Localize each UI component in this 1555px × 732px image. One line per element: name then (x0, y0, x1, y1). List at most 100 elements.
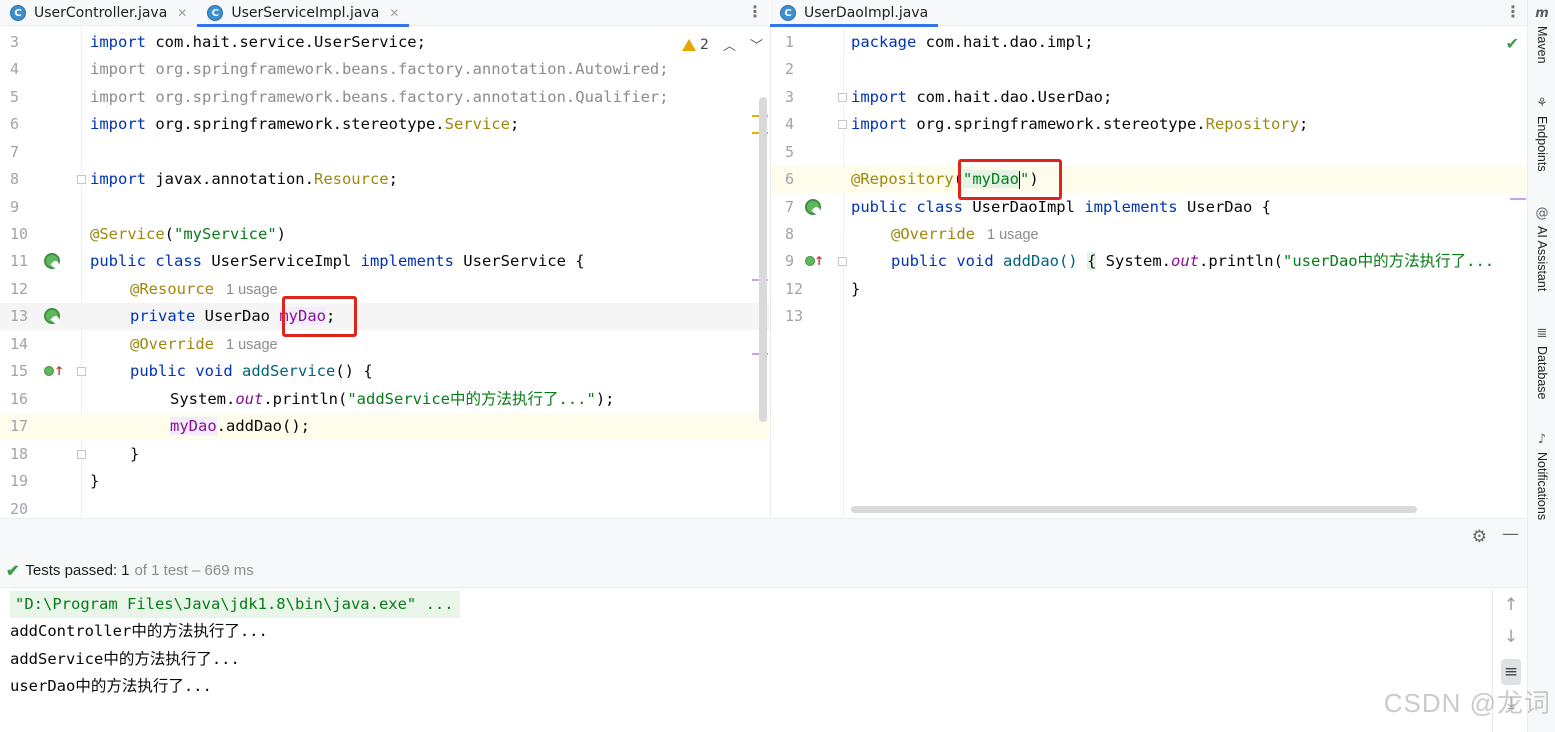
code-text: public void addService() { (130, 362, 373, 380)
right-code-editor[interactable]: ✔ 1 package com.hait.dao.impl; 2 3 impor… (770, 27, 1527, 517)
console-line: userDao中的方法执行了... (10, 677, 212, 695)
horizontal-scrollbar[interactable] (851, 506, 1417, 513)
close-icon[interactable]: ✕ (177, 6, 187, 20)
code-text: } (130, 445, 140, 463)
java-class-icon: C (207, 5, 224, 21)
code-text: myDao.addDao(); (170, 417, 310, 435)
line-number: 2 (785, 60, 795, 78)
code-line: 19 } (0, 468, 769, 495)
spring-bean-icon[interactable] (805, 199, 821, 215)
spring-bean-icon[interactable] (44, 308, 60, 324)
spring-bean-icon[interactable] (44, 253, 60, 269)
override-arrow-icon[interactable]: ↑ (54, 358, 64, 385)
code-line: 16 System.out.println("addService中的方法执行了… (0, 386, 769, 413)
test-passed-count: 1 (121, 562, 130, 579)
test-status-label: Tests passed: (25, 562, 118, 579)
override-arrow-icon[interactable]: ↑ (814, 248, 824, 275)
scroll-down-icon[interactable]: ↓ (1501, 627, 1521, 647)
maven-tool-button[interactable]: m Maven (1532, 6, 1552, 64)
line-number: 13 (785, 307, 804, 325)
line-number: 8 (10, 170, 20, 188)
scroll-up-icon[interactable]: ↑ (1501, 595, 1521, 615)
code-line: 4 import org.springframework.stereotype.… (771, 111, 1527, 138)
code-text: package com.hait.dao.impl; (851, 33, 1094, 51)
line-number: 4 (785, 115, 795, 133)
tab-userserviceimpl[interactable]: C UserServiceImpl.java ✕ (197, 0, 410, 27)
line-number: 10 (10, 225, 29, 243)
line-number: 15 (10, 362, 29, 380)
notifications-tool-button[interactable]: ♪ Notifications (1532, 432, 1552, 520)
code-line: 4 import org.springframework.beans.facto… (0, 56, 769, 83)
code-line: 9 ↑ public void addDao() { System.out.pr… (771, 248, 1527, 275)
watermark: CSDN @龙词 (1383, 688, 1551, 718)
fold-icon[interactable] (77, 450, 86, 459)
line-number: 3 (785, 88, 795, 106)
tab-usercontroller[interactable]: C UserController.java ✕ (0, 0, 197, 26)
code-text: import org.springframework.beans.factory… (90, 60, 669, 78)
line-number: 6 (10, 115, 20, 133)
code-text: } (851, 280, 861, 298)
java-class-icon: C (780, 5, 796, 21)
code-text: System.out.println("addService中的方法执行了...… (170, 390, 615, 408)
tab-userdaoimpl[interactable]: C UserDaoImpl.java (770, 0, 939, 27)
usage-marker (1510, 198, 1526, 200)
more-options-icon[interactable]: ⋮ (1505, 2, 1521, 22)
console-output[interactable]: "D:\Program Files\Java\jdk1.8\bin\java.e… (0, 589, 1492, 732)
code-line: 5 (771, 139, 1527, 166)
code-line: 12 @Resource 1 usage (0, 276, 769, 303)
line-number: 13 (10, 307, 29, 325)
vertical-scrollbar[interactable] (759, 97, 767, 422)
maven-icon: m (1535, 6, 1549, 21)
line-number: 8 (785, 225, 795, 243)
soft-wrap-icon[interactable]: ≡ (1501, 659, 1521, 685)
usage-hint: 1 usage (226, 337, 278, 353)
fold-icon[interactable] (77, 367, 86, 376)
test-status-bar: ✔ Tests passed: 1 of 1 test – 669 ms (0, 554, 1527, 588)
code-line: 11 public class UserServiceImpl implemen… (0, 248, 769, 275)
gear-icon[interactable]: ⚙ (1472, 527, 1487, 547)
endpoints-icon: ⚘ (1536, 96, 1548, 111)
line-number: 5 (10, 88, 20, 106)
console-command-line[interactable]: "D:\Program Files\Java\jdk1.8\bin\java.e… (10, 591, 460, 618)
ai-assistant-tool-button[interactable]: @ AI Assistant (1532, 206, 1552, 291)
line-number: 1 (785, 33, 795, 51)
expand-fold-icon[interactable] (838, 257, 847, 266)
console-line: addController中的方法执行了... (10, 622, 268, 640)
line-number: 11 (10, 252, 29, 270)
java-class-icon: C (10, 5, 26, 21)
line-number: 3 (10, 33, 20, 51)
close-icon[interactable]: ✕ (389, 6, 399, 20)
tab-label: UserServiceImpl.java (231, 5, 380, 21)
tests-passed-check-icon: ✔ (6, 562, 20, 580)
fold-icon[interactable] (77, 175, 86, 184)
more-options-icon[interactable]: ⋮ (747, 2, 763, 22)
line-number: 12 (10, 280, 29, 298)
left-tab-bar: C UserController.java ✕ C UserServiceImp… (0, 0, 769, 27)
line-number: 6 (785, 170, 795, 188)
minimize-icon[interactable]: — (1502, 524, 1519, 544)
fold-icon[interactable] (838, 93, 847, 102)
code-line: 6 import org.springframework.stereotype.… (0, 111, 769, 138)
implements-method-icon[interactable] (44, 366, 54, 376)
code-text: @Override 1 usage (891, 225, 1039, 243)
code-line: 3 import com.hait.service.UserService; (0, 29, 769, 56)
bell-icon: ♪ (1537, 432, 1547, 447)
code-line: 8 import javax.annotation.Resource; (0, 166, 769, 193)
line-number: 17 (10, 417, 29, 435)
left-code-editor[interactable]: 2 ︿ ﹀ 3 import com.hait.service.UserServ… (0, 27, 769, 517)
code-text: import org.springframework.stereotype.Re… (851, 115, 1309, 133)
fold-icon[interactable] (838, 120, 847, 129)
code-text: @Override 1 usage (130, 335, 278, 353)
line-number: 19 (10, 472, 29, 490)
endpoints-tool-button[interactable]: ⚘ Endpoints (1532, 96, 1552, 172)
database-tool-button[interactable]: ≣ Database (1532, 326, 1552, 400)
code-line: 10 @Service("myService") (0, 221, 769, 248)
code-line: 20 (0, 496, 769, 517)
run-panel-header: ⚙ — (0, 518, 1527, 554)
database-icon: ≣ (1536, 326, 1548, 341)
code-text: import org.springframework.beans.factory… (90, 88, 669, 106)
code-text: @Resource 1 usage (130, 280, 278, 298)
tab-label: UserController.java (34, 5, 168, 21)
code-line: 18 } (0, 441, 769, 468)
code-text: import org.springframework.stereotype.Se… (90, 115, 520, 133)
